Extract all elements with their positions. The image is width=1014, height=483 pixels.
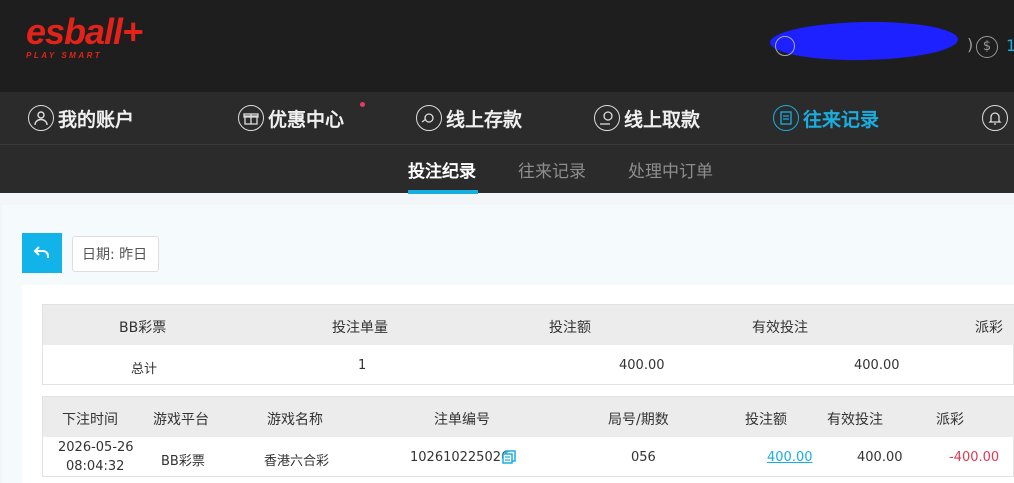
nav-label: 往来记录 (803, 108, 880, 131)
esball-logo[interactable]: esball+ PLAY SMART (26, 11, 143, 61)
summary-table: BB彩票 投注单量 投注额 有效投注 派彩 总计 1 400.00 400.00 (42, 304, 1014, 385)
active-tab-indicator (408, 190, 478, 194)
top-header: esball+ PLAY SMART ) $ 1 (0, 0, 1014, 92)
bet-amount-link[interactable]: 400.00 (767, 450, 813, 465)
nav-item-deposit[interactable]: 线上存款 (416, 92, 522, 144)
summary-total-valid-bet: 400.00 (854, 358, 900, 373)
avatar-icon[interactable] (775, 36, 795, 56)
gift-icon (238, 105, 264, 131)
user-icon (28, 105, 54, 131)
bet-period: 056 (631, 450, 656, 465)
summary-header-payout: 派彩 (975, 320, 1003, 336)
bets-header-row: 下注时间 游戏平台 游戏名称 注单编号 局号/期数 投注额 有效投注 派彩 (43, 397, 1014, 437)
bet-payout: -400.00 (949, 450, 1000, 465)
summary-total-label: 总计 (131, 362, 158, 377)
bets-header-platform: 游戏平台 (153, 412, 209, 428)
bets-header-bet-amount: 投注额 (745, 412, 787, 428)
dollar-coin-icon[interactable]: $ (976, 36, 998, 58)
bets-header-order-no: 注单编号 (434, 412, 490, 428)
summary-total-count: 1 (358, 358, 367, 373)
bet-platform: BB彩票 (161, 454, 205, 469)
logo-tagline: PLAY SMART (26, 51, 103, 60)
bets-header-game: 游戏名称 (267, 412, 323, 428)
nav-label: 线上存款 (446, 108, 523, 131)
nav-item-promotions[interactable]: 优惠中心 (238, 92, 365, 144)
redacted-username (769, 20, 959, 62)
bets-header-valid-bet: 有效投注 (827, 412, 883, 428)
tab-bet-records[interactable]: 投注纪录 (408, 157, 476, 182)
record-icon (773, 105, 799, 131)
bets-header-payout: 派彩 (936, 412, 964, 428)
bet-order-no[interactable]: 102610225026 (410, 450, 509, 465)
summary-header-bet-amount: 投注额 (549, 320, 591, 336)
summary-total-bet-amount: 400.00 (619, 358, 665, 373)
bets-header-period: 局号/期数 (608, 412, 669, 428)
bets-header-time: 下注时间 (62, 412, 118, 428)
summary-header-valid-bet: 有效投注 (752, 320, 808, 336)
copy-icon[interactable] (502, 450, 516, 464)
notification-dot (360, 102, 365, 107)
bets-table: 下注时间 游戏平台 游戏名称 注单编号 局号/期数 投注额 有效投注 派彩 20… (42, 396, 1014, 477)
tab-pending-orders[interactable]: 处理中订单 (628, 157, 713, 182)
date-filter[interactable]: 日期: 昨日 (72, 236, 159, 272)
main-nav: 我的账户 优惠中心 线上存款 线上取款 往来记录 (0, 92, 1014, 144)
logo-text: esball+ (26, 11, 143, 52)
header-truncated-text[interactable]: 1 (1006, 36, 1014, 55)
tab-transaction-records[interactable]: 往来记录 (518, 157, 586, 182)
withdraw-icon (594, 105, 620, 131)
bet-valid-amount: 400.00 (857, 450, 903, 465)
bracket-glyph: ) (967, 35, 974, 54)
nav-item-withdraw[interactable]: 线上取款 (594, 92, 700, 144)
sub-tabs: 投注纪录 往来记录 处理中订单 (0, 144, 1014, 194)
deposit-icon (416, 105, 442, 131)
bet-time: 08:04:32 (66, 459, 125, 474)
nav-label: 线上取款 (624, 108, 701, 131)
back-arrow-icon (33, 246, 49, 258)
summary-header-row: BB彩票 投注单量 投注额 有效投注 派彩 (43, 305, 1014, 345)
nav-label: 优惠中心 (268, 108, 345, 131)
bell-icon (982, 105, 1008, 131)
nav-item-my-account[interactable]: 我的账户 (28, 92, 134, 144)
nav-item-records[interactable]: 往来记录 (773, 92, 879, 144)
bet-game-name: 香港六合彩 (264, 454, 330, 469)
summary-header-platform: BB彩票 (119, 320, 167, 336)
bet-date: 2026-05-26 (58, 440, 134, 455)
nav-label: 我的账户 (58, 108, 135, 131)
nav-item-notifications[interactable] (982, 92, 1012, 144)
summary-header-count: 投注单量 (332, 320, 388, 336)
back-button[interactable] (22, 233, 62, 273)
